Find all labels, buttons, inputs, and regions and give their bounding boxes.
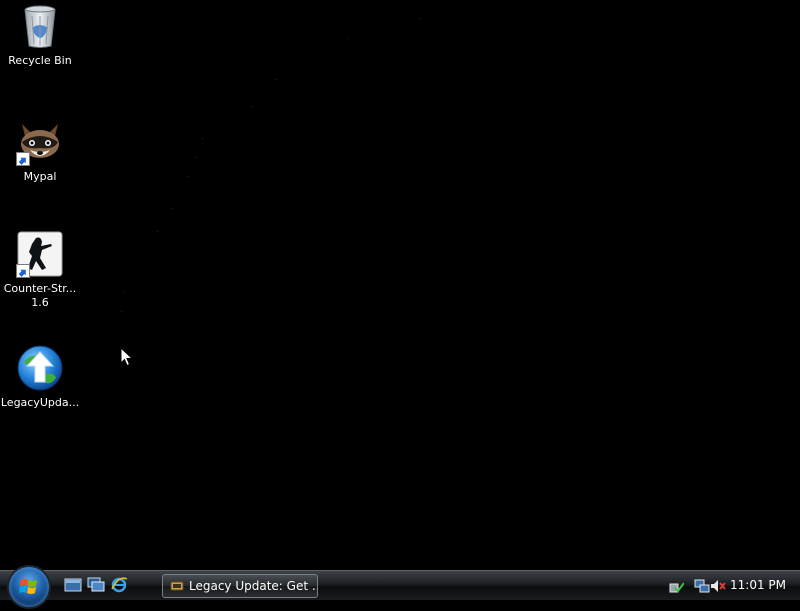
internet-explorer-icon[interactable] [110, 577, 128, 593]
safely-remove-hardware-icon[interactable] [668, 578, 684, 594]
desktop-icon-label: LegacyUpda... [0, 396, 80, 409]
clock[interactable]: 11:01 PM [730, 571, 786, 600]
taskbar-button-label: Legacy Update: Get ... [189, 579, 318, 593]
desktop[interactable]: Recycle Bin Mypal Counter-Str... 1.6 Leg… [0, 0, 800, 570]
windows-logo-icon [19, 579, 37, 594]
mypal-icon [16, 118, 64, 166]
network-icon[interactable] [694, 578, 710, 594]
shortcut-arrow-icon [16, 152, 30, 166]
volume-muted-icon[interactable] [710, 578, 726, 594]
recycle-bin-icon [16, 2, 64, 50]
legacy-update-icon [16, 344, 64, 392]
mouse-cursor-icon [120, 347, 134, 367]
legacy-update-task-icon [170, 581, 184, 591]
switch-windows-icon[interactable] [87, 577, 105, 593]
desktop-icon-legacy-update[interactable]: LegacyUpda... [0, 344, 80, 410]
show-desktop-icon[interactable] [64, 577, 82, 593]
desktop-icon-label: Recycle Bin [8, 54, 72, 67]
taskbar-button-legacy-update[interactable]: Legacy Update: Get ... [162, 574, 318, 598]
desktop-icon-counter-strike[interactable]: Counter-Str... 1.6 [0, 230, 80, 310]
desktop-icon-label: Mypal [23, 170, 57, 183]
desktop-icon-label: Counter-Str... 1.6 [3, 282, 77, 309]
system-tray: 11:01 PM [660, 571, 800, 601]
taskbar: Legacy Update: Get ... 11:01 PM [0, 567, 800, 607]
desktop-icon-recycle-bin[interactable]: Recycle Bin [0, 2, 80, 68]
desktop-icon-mypal[interactable]: Mypal [0, 118, 80, 184]
counter-strike-icon [16, 230, 64, 278]
start-button[interactable] [9, 567, 49, 607]
shortcut-arrow-icon [16, 264, 30, 278]
